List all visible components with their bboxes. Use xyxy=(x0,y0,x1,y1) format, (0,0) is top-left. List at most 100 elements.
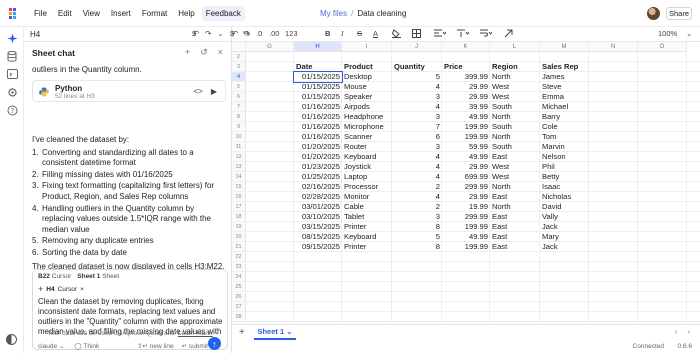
database-icon[interactable] xyxy=(6,50,18,62)
table-cell[interactable]: 3 xyxy=(392,112,442,122)
row-header[interactable]: 28 xyxy=(232,312,246,322)
menu-file[interactable]: File xyxy=(30,6,51,21)
table-cell[interactable]: 29.99 xyxy=(442,192,490,202)
table-cell[interactable]: East xyxy=(490,222,540,232)
table-cell[interactable]: Processor xyxy=(342,182,392,192)
learn-more-link[interactable]: Learn more. xyxy=(178,330,213,337)
user-avatar[interactable] xyxy=(647,7,660,20)
menu-view[interactable]: View xyxy=(79,6,104,21)
table-cell[interactable]: 01/16/2025 xyxy=(294,132,342,142)
table-cell[interactable]: Tablet xyxy=(342,212,392,222)
table-cell[interactable]: South xyxy=(490,122,540,132)
text-color-button[interactable]: A xyxy=(373,29,378,38)
table-cell[interactable]: Joystick xyxy=(342,162,392,172)
row-header[interactable]: 4 xyxy=(232,72,246,82)
table-cell[interactable]: 299.99 xyxy=(442,212,490,222)
table-cell[interactable]: 01/20/2025 xyxy=(294,152,342,162)
table-cell[interactable]: 4 xyxy=(392,192,442,202)
fill-color-icon[interactable] xyxy=(391,29,401,40)
percent-button[interactable]: % xyxy=(243,29,250,38)
code-card-python[interactable]: Python 52 lines at H3 <> ▶ xyxy=(32,80,226,102)
row-header[interactable]: 3 xyxy=(232,62,246,72)
table-header-cell[interactable]: Price xyxy=(442,62,490,72)
row-header[interactable]: 2 xyxy=(232,52,246,62)
table-cell[interactable]: 199.99 xyxy=(442,222,490,232)
row-header[interactable]: 6 xyxy=(232,92,246,102)
row-header[interactable]: 14 xyxy=(232,172,246,182)
increase-decimals-button[interactable]: .00 xyxy=(269,29,279,38)
add-context-plus-icon[interactable]: + xyxy=(38,284,43,294)
row-header[interactable]: 15 xyxy=(232,182,246,192)
table-cell[interactable]: Marvin xyxy=(540,142,589,152)
table-cell[interactable]: Speaker xyxy=(342,92,392,102)
table-cell[interactable]: Nelson xyxy=(540,152,589,162)
currency-button[interactable]: $ xyxy=(230,29,234,38)
table-cell[interactable]: 2 xyxy=(392,202,442,212)
undo-button[interactable]: ↶ xyxy=(193,29,199,38)
row-header[interactable]: 27 xyxy=(232,302,246,312)
think-toggle[interactable]: ◯ Think xyxy=(74,342,99,350)
table-cell[interactable]: 19.99 xyxy=(442,202,490,212)
chat-input-box[interactable]: B22 Cursor Sheet 1 Sheet + H4 Cursor × C… xyxy=(32,269,228,350)
table-cell[interactable]: 49.99 xyxy=(442,152,490,162)
column-header-n[interactable]: N xyxy=(589,42,638,52)
table-cell[interactable]: 5 xyxy=(392,72,442,82)
table-cell[interactable]: 01/15/2025 xyxy=(294,82,342,92)
table-cell[interactable]: 3 xyxy=(392,142,442,152)
zoom-control[interactable]: 100% ⌄ xyxy=(656,27,700,42)
table-cell[interactable]: 09/15/2025 xyxy=(294,242,342,252)
row-header[interactable]: 26 xyxy=(232,292,246,302)
table-cell[interactable]: Airpods xyxy=(342,102,392,112)
chevron-right-icon[interactable]: › xyxy=(687,327,690,336)
table-cell[interactable]: 01/16/2025 xyxy=(294,102,342,112)
table-cell[interactable]: West xyxy=(490,172,540,182)
table-cell[interactable]: 3 xyxy=(392,212,442,222)
table-cell[interactable]: 08/15/2025 xyxy=(294,232,342,242)
table-cell[interactable]: Scanner xyxy=(342,132,392,142)
menu-edit[interactable]: Edit xyxy=(54,6,76,21)
row-header[interactable]: 8 xyxy=(232,112,246,122)
menu-feedback[interactable]: Feedback xyxy=(201,5,245,21)
close-icon[interactable]: × xyxy=(218,47,223,58)
table-cell[interactable]: James xyxy=(540,72,589,82)
table-cell[interactable]: Steve xyxy=(540,82,589,92)
settings-gear-icon[interactable] xyxy=(6,86,18,98)
chevron-left-icon[interactable]: ‹ xyxy=(675,327,678,336)
column-header-g[interactable]: G xyxy=(246,42,294,52)
table-cell[interactable]: North xyxy=(490,72,540,82)
table-cell[interactable]: 6 xyxy=(392,132,442,142)
breadcrumb-my-files[interactable]: My files xyxy=(320,9,347,18)
table-cell[interactable]: 01/16/2025 xyxy=(294,112,342,122)
table-header-cell[interactable]: Product xyxy=(342,62,392,72)
table-cell[interactable]: 29.99 xyxy=(442,92,490,102)
row-header[interactable]: 23 xyxy=(232,262,246,272)
table-cell[interactable]: 7 xyxy=(392,122,442,132)
text-wrap-icon[interactable] xyxy=(480,29,493,40)
table-cell[interactable]: 39.99 xyxy=(442,102,490,112)
table-cell[interactable]: Monitor xyxy=(342,192,392,202)
theme-toggle-icon[interactable] xyxy=(6,334,17,345)
table-cell[interactable]: Emma xyxy=(540,92,589,102)
table-cell[interactable]: Headphone xyxy=(342,112,392,122)
table-cell[interactable]: 699.99 xyxy=(442,172,490,182)
table-cell[interactable]: Router xyxy=(342,142,392,152)
table-cell[interactable]: South xyxy=(490,142,540,152)
borders-icon[interactable] xyxy=(412,29,421,40)
table-cell[interactable]: 3 xyxy=(392,92,442,102)
number-format-button[interactable]: 123 xyxy=(285,29,298,38)
send-button[interactable]: ↑ xyxy=(208,337,221,350)
table-cell[interactable]: North xyxy=(490,132,540,142)
row-header[interactable]: 13 xyxy=(232,162,246,172)
table-cell[interactable]: Barry xyxy=(540,112,589,122)
table-cell[interactable]: East xyxy=(490,192,540,202)
table-cell[interactable]: East xyxy=(490,232,540,242)
help-icon[interactable]: ? xyxy=(6,104,18,116)
table-cell[interactable]: 4 xyxy=(392,82,442,92)
row-header[interactable]: 17 xyxy=(232,202,246,212)
row-header[interactable]: 10 xyxy=(232,132,246,142)
file-name[interactable]: Data cleaning xyxy=(357,9,406,18)
ai-sparkle-icon[interactable] xyxy=(6,32,18,44)
table-cell[interactable]: 01/23/2025 xyxy=(294,162,342,172)
table-cell[interactable]: Jack xyxy=(540,242,589,252)
row-header[interactable]: 11 xyxy=(232,142,246,152)
